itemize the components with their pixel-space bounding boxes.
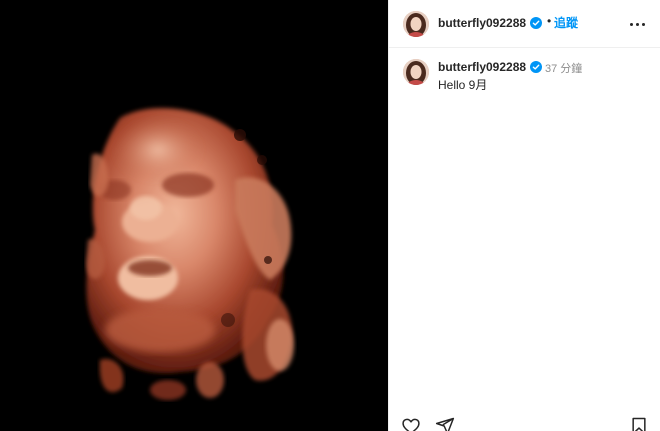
share-icon[interactable]: [435, 416, 455, 431]
caption-text: Hello 9月: [438, 78, 488, 92]
verified-badge-icon: [530, 61, 542, 73]
verified-badge-icon: [530, 17, 542, 29]
caption-avatar[interactable]: [403, 59, 429, 85]
header-separator: •: [547, 14, 552, 28]
author-avatar[interactable]: [403, 11, 429, 37]
profile-photo-avatar-icon: [403, 11, 429, 37]
post-actions: [389, 410, 660, 431]
post-header: butterfly092288 • 追蹤: [389, 0, 660, 48]
caption-username[interactable]: butterfly092288: [438, 60, 526, 74]
heart-icon[interactable]: [401, 416, 421, 431]
ultrasound-image: [0, 0, 388, 431]
instagram-post: butterfly092288 • 追蹤 butterfly092288 37 …: [0, 0, 660, 431]
follow-button[interactable]: 追蹤: [554, 14, 578, 31]
post-media[interactable]: [0, 0, 388, 431]
profile-photo-avatar-icon: [403, 59, 429, 85]
post-side-panel: butterfly092288 • 追蹤 butterfly092288 37 …: [388, 0, 660, 431]
post-timestamp[interactable]: 37 分鐘: [545, 60, 582, 76]
author-username[interactable]: butterfly092288: [438, 16, 526, 30]
more-options-icon[interactable]: [625, 12, 649, 36]
bookmark-icon[interactable]: [629, 416, 649, 431]
